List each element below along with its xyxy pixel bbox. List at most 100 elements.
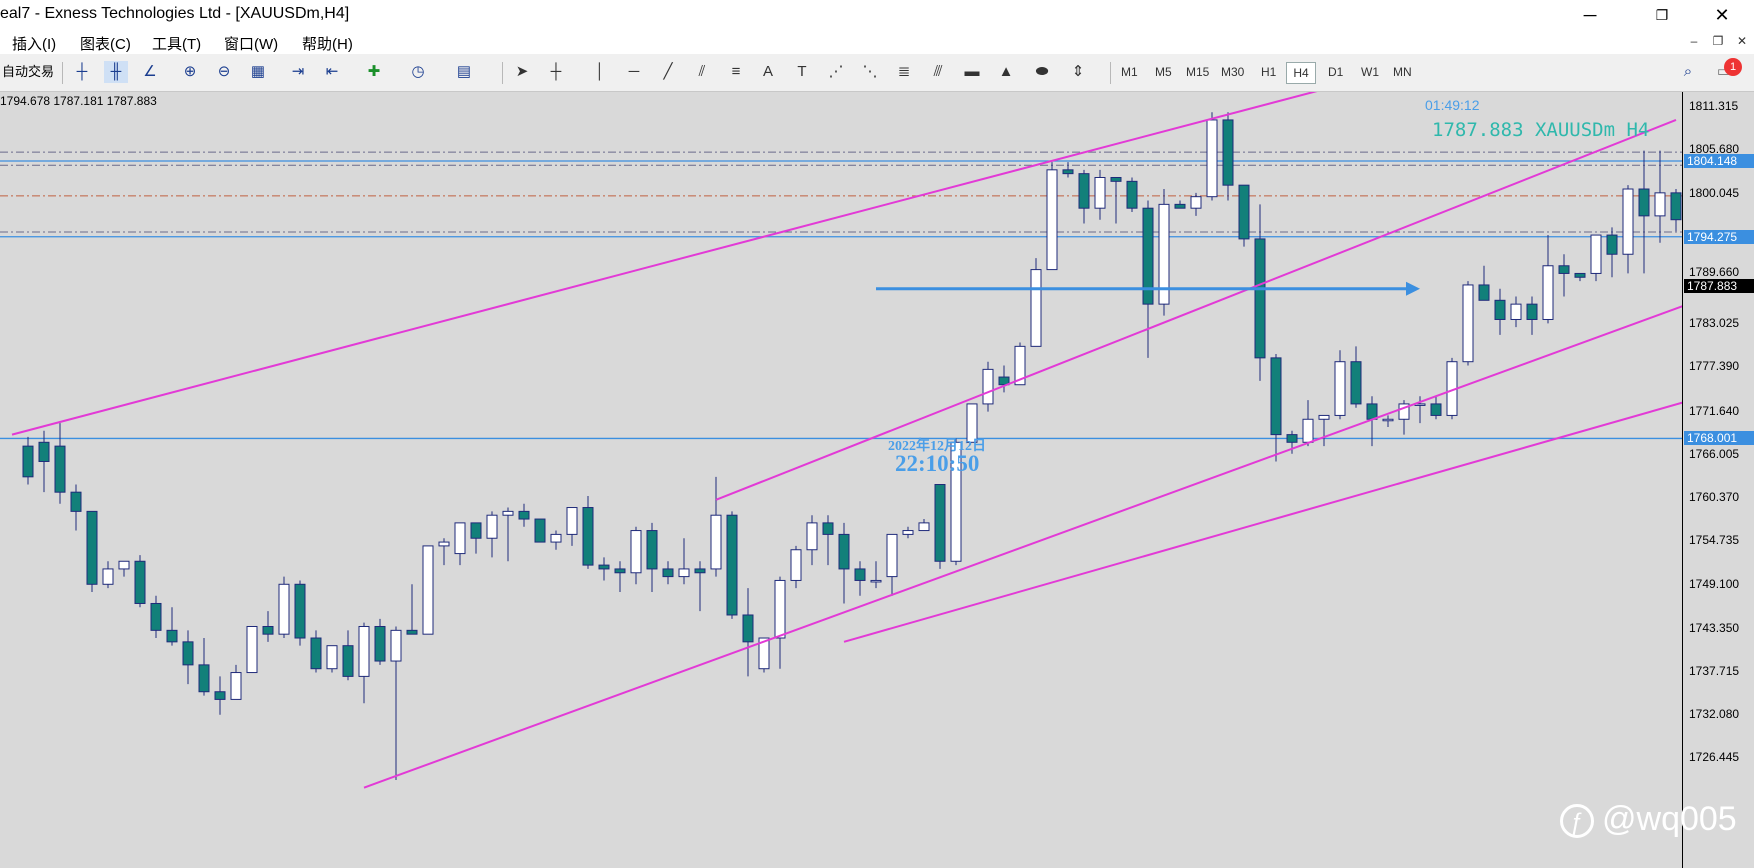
timeframe-m5[interactable]: M5	[1153, 62, 1174, 82]
bull-candle	[1622, 188, 1634, 255]
mdi-close-button[interactable]: ✕	[1732, 32, 1752, 50]
fibo-fan-icon[interactable]: ⋱	[858, 61, 882, 83]
bull-candle	[1046, 169, 1058, 271]
window-title: eal7 - Exness Technologies Ltd - [XAUUSD…	[0, 5, 350, 22]
bull-candle	[438, 541, 450, 547]
minimize-button[interactable]: ─	[1570, 2, 1610, 28]
timeframe-m30[interactable]: M30	[1219, 62, 1246, 82]
price-axis-label: 1766.005	[1689, 446, 1740, 461]
equidistant-channel-icon[interactable]: ⫽	[690, 61, 714, 83]
trendline-icon[interactable]: ╱	[656, 61, 680, 83]
bear-candle	[1270, 357, 1282, 436]
chart-shift-icon[interactable]: ⇤	[320, 61, 344, 83]
bull-candle	[1206, 119, 1218, 198]
triangle-icon[interactable]: ▲	[994, 61, 1018, 83]
price-axis[interactable]: 1811.315 1805.680 1800.045 1789.660 1783.025…	[1682, 92, 1754, 868]
chart-window[interactable]: 1794.678 1787.181 1787.883 01:49:12 1787…	[0, 92, 1754, 868]
search-icon[interactable]: ⌕	[1676, 61, 1700, 83]
notification-badge[interactable]: 1	[1724, 58, 1742, 76]
mdi-restore-button[interactable]: ❐	[1708, 32, 1728, 50]
price-tag: 1794.275	[1684, 229, 1754, 244]
menu-window[interactable]: 窗口(W)	[224, 33, 278, 54]
bull-candle	[422, 545, 434, 635]
timeframe-w1[interactable]: W1	[1359, 62, 1381, 82]
timeframe-mn[interactable]: MN	[1391, 62, 1414, 82]
bear-candle	[86, 510, 98, 585]
symbol-label: 1787.883 XAUUSDm H4	[1432, 119, 1650, 141]
price-axis-label: 1783.025	[1689, 316, 1740, 331]
bear-candle	[1238, 184, 1250, 240]
bear-candle	[1062, 169, 1074, 175]
bear-candle	[470, 522, 482, 539]
indicators-icon[interactable]: ✚	[362, 61, 386, 83]
bear-candle	[38, 441, 50, 462]
menu-chart[interactable]: 图表(C)	[80, 33, 131, 54]
ellipse-icon[interactable]: ⬬	[1030, 61, 1054, 83]
timeframe-m15[interactable]: M15	[1184, 62, 1211, 82]
bull-candle	[982, 368, 994, 405]
arrows-icon[interactable]: ⇕	[1066, 61, 1090, 83]
menu-help[interactable]: 帮助(H)	[302, 33, 353, 54]
fibo-expansion-icon[interactable]: ≣	[892, 61, 916, 83]
bear-candle	[1254, 238, 1266, 359]
timeframe-d1[interactable]: D1	[1326, 62, 1345, 82]
bear-candle	[1670, 192, 1682, 221]
fibonacci-icon[interactable]: ≡	[724, 61, 748, 83]
bear-candle	[662, 568, 674, 578]
bull-candle	[1190, 196, 1202, 209]
text-icon[interactable]: A	[756, 61, 780, 83]
cursor-icon[interactable]: ➤	[510, 61, 534, 83]
templates-icon[interactable]: ▤	[452, 61, 476, 83]
close-button[interactable]: ✕	[1702, 2, 1742, 28]
timeframe-h1[interactable]: H1	[1259, 62, 1278, 82]
autotrade-button[interactable]: 自动交易	[0, 62, 56, 82]
trendline[interactable]	[11, 92, 1324, 436]
tile-windows-icon[interactable]: ▦	[246, 61, 270, 83]
restore-button[interactable]: ❐	[1642, 2, 1682, 28]
bear-candle	[694, 568, 706, 574]
bear-candle	[854, 568, 866, 581]
gann-fan-icon[interactable]: ⋰	[824, 61, 848, 83]
bear-candle	[1574, 272, 1586, 278]
bull-candle	[630, 530, 642, 574]
bull-candle	[1382, 418, 1394, 422]
zoom-out-icon[interactable]: ⊖	[212, 61, 236, 83]
bar-chart-icon[interactable]: ┼	[70, 61, 94, 83]
bull-candle	[502, 510, 514, 516]
bull-candle	[358, 625, 370, 677]
timeframe-h4[interactable]: H4	[1286, 62, 1316, 84]
bear-candle	[934, 484, 946, 562]
vertical-line-icon[interactable]: │	[588, 61, 612, 83]
price-chart[interactable]	[0, 92, 1754, 868]
bear-candle	[822, 522, 834, 535]
timeframe-m1[interactable]: M1	[1119, 62, 1140, 82]
bear-candle	[838, 533, 850, 570]
title-bar: eal7 - Exness Technologies Ltd - [XAUUSD…	[0, 0, 1754, 30]
bull-candle	[918, 522, 930, 532]
bear-candle	[150, 602, 162, 631]
price-tag: 1787.883	[1684, 278, 1754, 293]
bear-candle	[1174, 203, 1186, 209]
candlestick-chart-icon[interactable]: ╫	[104, 61, 128, 83]
menu-insert[interactable]: 插入(I)	[12, 33, 56, 54]
bull-candle	[902, 530, 914, 535]
menu-tools[interactable]: 工具(T)	[152, 33, 201, 54]
rectangle-icon[interactable]: ▬	[960, 61, 984, 83]
bear-candle	[534, 518, 546, 543]
autoscroll-icon[interactable]: ⇥	[286, 61, 310, 83]
text-label-icon[interactable]: T	[790, 61, 814, 83]
bear-candle	[1558, 265, 1570, 274]
andrews-pitchfork-icon[interactable]: ⫻	[926, 61, 950, 83]
trendline[interactable]	[843, 377, 1754, 643]
zoom-in-icon[interactable]: ⊕	[178, 61, 202, 83]
price-axis-label: 1760.370	[1689, 490, 1740, 505]
bear-candle	[294, 583, 306, 639]
horizontal-line-icon[interactable]: ─	[622, 61, 646, 83]
line-chart-icon[interactable]: ∠	[138, 61, 162, 83]
mdi-minimize-button[interactable]: –	[1684, 32, 1704, 50]
bear-candle	[406, 629, 418, 635]
bear-candle	[310, 637, 322, 670]
price-axis-label: 1743.350	[1689, 620, 1740, 635]
crosshair-icon[interactable]: ┼	[544, 61, 568, 83]
periods-icon[interactable]: ◷	[406, 61, 430, 83]
